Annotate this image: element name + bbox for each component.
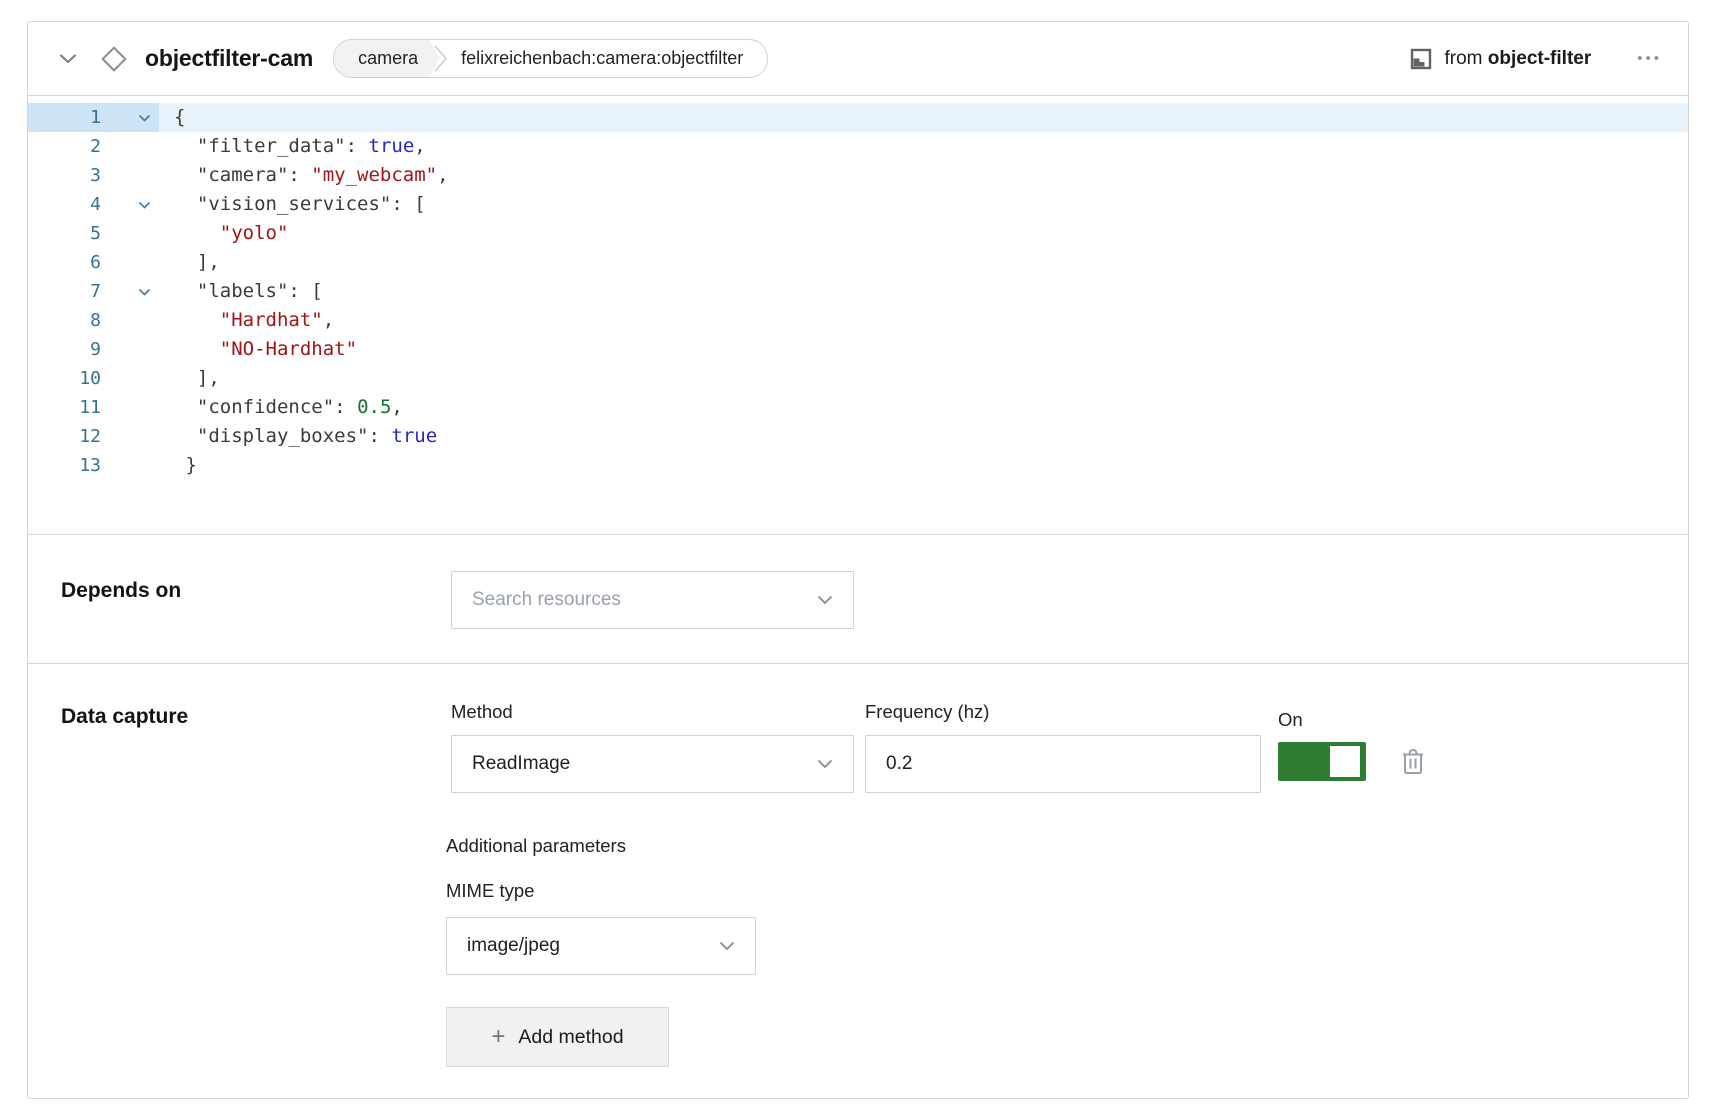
overflow-menu-button[interactable]: ••• [1637, 51, 1662, 66]
method-value: ReadImage [472, 753, 570, 775]
toggle-knob [1330, 746, 1360, 777]
line-number: 7 [28, 277, 101, 306]
add-method-button[interactable]: + Add method [446, 1007, 669, 1067]
line-number: 3 [28, 161, 101, 190]
fold-chevron-icon[interactable] [137, 201, 151, 209]
line-number: 8 [28, 306, 101, 335]
module-icon [1410, 48, 1432, 70]
module-name: object-filter [1488, 48, 1591, 69]
code-line: 10 ], [28, 364, 1688, 393]
data-capture-label: Data capture [61, 705, 188, 729]
card-header: objectfilter-cam camera felixreichenbach… [28, 22, 1688, 96]
line-number: 12 [28, 422, 101, 451]
method-select[interactable]: ReadImage [451, 735, 854, 793]
chevron-down-icon [817, 759, 833, 769]
mime-type-label: MIME type [446, 880, 534, 902]
code-line: 11 "confidence": 0.5, [28, 393, 1688, 422]
type-badge: camera [334, 40, 440, 77]
line-number: 10 [28, 364, 101, 393]
data-capture-section: Data capture Method ReadImage Frequency … [28, 663, 1688, 1098]
depends-on-section: Depends on Search resources [28, 534, 1688, 664]
code-line: 4 "vision_services": [ [28, 190, 1688, 219]
code-line: 2 "filter_data": true, [28, 132, 1688, 161]
code-line: 9 "NO-Hardhat" [28, 335, 1688, 364]
delete-method-button[interactable] [1399, 746, 1427, 776]
line-number: 5 [28, 219, 101, 248]
code-line: 8 "Hardhat", [28, 306, 1688, 335]
code-editor[interactable]: 1{2 "filter_data": true,3 "camera": "my_… [28, 97, 1688, 534]
code-line: 13 } [28, 451, 1688, 480]
line-number: 6 [28, 248, 101, 277]
mime-type-value: image/jpeg [467, 935, 560, 957]
fold-chevron-icon[interactable] [137, 114, 151, 122]
line-number: 2 [28, 132, 101, 161]
add-method-label: Add method [518, 1026, 623, 1049]
from-module-link[interactable]: from object-filter [1445, 48, 1592, 70]
component-diamond-icon [98, 43, 130, 75]
method-label: Method [451, 701, 513, 723]
chevron-down-icon [719, 941, 735, 951]
chevron-down-icon [817, 595, 833, 605]
line-number: 1 [28, 103, 101, 132]
depends-on-placeholder: Search resources [472, 589, 621, 611]
frequency-value: 0.2 [886, 753, 912, 775]
frequency-input[interactable]: 0.2 [865, 735, 1261, 793]
line-number: 4 [28, 190, 101, 219]
line-number: 9 [28, 335, 101, 364]
trash-icon [1401, 747, 1425, 775]
model-badge: felixreichenbach:camera:objectfilter [449, 40, 767, 77]
frequency-label: Frequency (hz) [865, 701, 989, 723]
component-name[interactable]: objectfilter-cam [145, 45, 313, 72]
depends-on-label: Depends on [61, 579, 181, 603]
type-model-badge: camera felixreichenbach:camera:objectfil… [333, 39, 768, 78]
additional-parameters-label: Additional parameters [446, 835, 626, 857]
on-label: On [1278, 709, 1303, 731]
line-number: 13 [28, 451, 101, 480]
component-card: objectfilter-cam camera felixreichenbach… [27, 21, 1689, 1099]
code-line: 1{ [28, 103, 1688, 132]
capture-on-toggle[interactable] [1278, 742, 1366, 781]
collapse-chevron-icon[interactable] [58, 49, 78, 69]
mime-type-select[interactable]: image/jpeg [446, 917, 756, 975]
plus-icon: + [491, 1027, 505, 1047]
code-line: 7 "labels": [ [28, 277, 1688, 306]
line-number: 11 [28, 393, 101, 422]
code-line: 6 ], [28, 248, 1688, 277]
code-line: 3 "camera": "my_webcam", [28, 161, 1688, 190]
code-line: 5 "yolo" [28, 219, 1688, 248]
depends-on-select[interactable]: Search resources [451, 571, 854, 629]
from-label: from [1445, 48, 1483, 69]
fold-chevron-icon[interactable] [137, 288, 151, 296]
code-line: 12 "display_boxes": true [28, 422, 1688, 451]
